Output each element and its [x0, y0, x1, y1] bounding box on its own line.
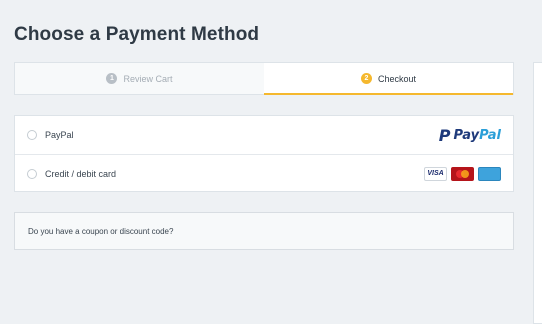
step-review-cart[interactable]: 1 Review Cart — [15, 63, 264, 94]
checkout-steps: 1 Review Cart 2 Checkout — [14, 62, 514, 95]
payment-option-label: PayPal — [45, 130, 74, 140]
payment-methods-list: PayPal P Pay Pal Credit / debit card VISA — [14, 115, 514, 192]
order-summary-panel-edge — [533, 62, 542, 324]
visa-icon: VISA — [424, 166, 447, 181]
mastercard-icon — [451, 166, 474, 181]
paypal-logo-text-pay: Pay — [453, 127, 480, 143]
card-radio[interactable] — [27, 168, 37, 179]
step-label: Review Cart — [123, 73, 173, 84]
amex-icon — [478, 166, 501, 181]
step-number-badge: 1 — [106, 73, 118, 84]
coupon-label: Do you have a coupon or discount code? — [28, 226, 174, 236]
step-number-badge: 2 — [360, 73, 372, 84]
paypal-logo-text-pal: Pal — [479, 127, 501, 143]
step-checkout[interactable]: 2 Checkout — [264, 63, 513, 95]
paypal-radio[interactable] — [27, 130, 37, 140]
payment-option-paypal[interactable]: PayPal P Pay Pal — [15, 116, 513, 154]
card-logos: VISA — [424, 166, 501, 181]
coupon-toggle[interactable]: Do you have a coupon or discount code? — [14, 212, 514, 250]
step-label: Checkout — [377, 73, 417, 84]
page-title: Choose a Payment Method — [14, 24, 260, 45]
payment-option-label: Credit / debit card — [45, 168, 117, 179]
paypal-mark-icon: P — [438, 125, 451, 145]
paypal-logo: P Pay Pal — [439, 126, 501, 145]
payment-option-card[interactable]: Credit / debit card VISA — [15, 154, 513, 192]
